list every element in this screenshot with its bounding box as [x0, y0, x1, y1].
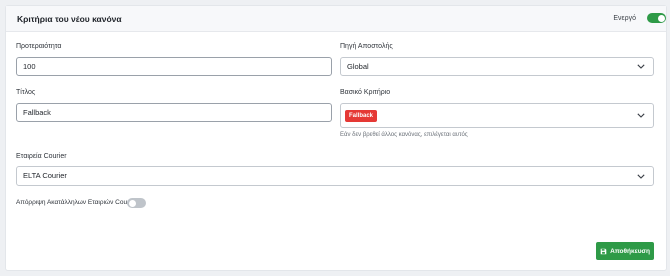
priority-input[interactable]: 100 — [16, 57, 332, 76]
floppy-disk-icon — [600, 248, 607, 254]
save-button-label: Αποθήκευση — [610, 247, 650, 255]
source-select-value: Global — [347, 62, 369, 71]
source-select[interactable]: Global — [340, 57, 654, 76]
base-criterion-select[interactable]: Fallback — [340, 103, 654, 128]
chevron-down-icon — [637, 113, 645, 118]
title-label: Τίτλος — [16, 89, 36, 96]
exclude-incompatible-toggle[interactable] — [127, 198, 146, 208]
save-button[interactable]: Αποθήκευση — [596, 242, 654, 260]
active-label: Ενεργό — [613, 15, 636, 22]
courier-label: Εταιρεία Courier — [16, 153, 67, 160]
priority-label: Προτεραιότητα — [16, 43, 62, 50]
toggle-knob — [128, 199, 136, 207]
card-title: Κριτήρια του νέου κανόνα — [17, 14, 122, 24]
chevron-down-icon — [637, 64, 645, 69]
fallback-badge: Fallback — [345, 110, 378, 122]
source-label: Πηγή Αποστολής — [340, 43, 393, 50]
card-header: Κριτήρια του νέου κανόνα Ενεργό — [6, 6, 666, 32]
toggle-knob — [657, 14, 665, 22]
title-input[interactable]: Fallback — [16, 103, 332, 122]
chevron-down-icon — [637, 174, 645, 179]
active-toggle[interactable] — [647, 13, 666, 23]
base-criterion-label: Βασικό Κριτήριο — [340, 89, 391, 96]
courier-select[interactable]: ELTA Courier — [16, 166, 654, 186]
base-criterion-hint: Εάν δεν βρεθεί άλλος κανόνας, επιλέγεται… — [340, 132, 468, 138]
rule-criteria-card: Κριτήρια του νέου κανόνα Ενεργό — [5, 5, 667, 271]
exclude-incompatible-label: Απόρριψη Ακατάλληλων Εταιριών Courier — [16, 199, 137, 206]
courier-select-value: ELTA Courier — [23, 171, 67, 180]
